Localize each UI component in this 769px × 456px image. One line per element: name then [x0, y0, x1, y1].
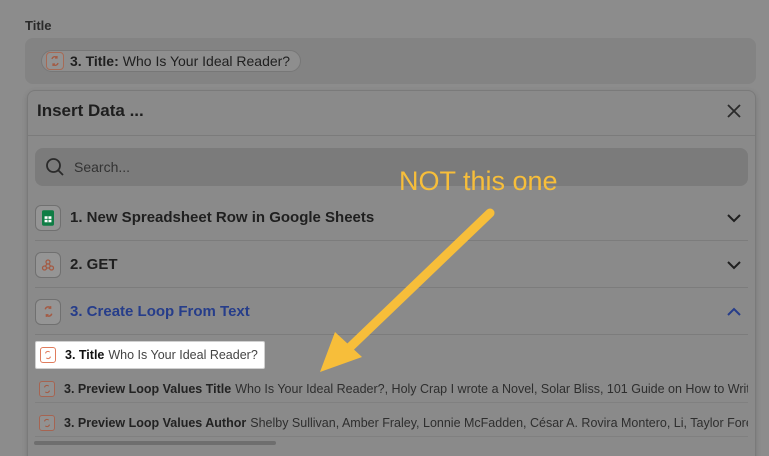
search-icon	[46, 158, 64, 176]
step-google-sheets[interactable]: 1. New Spreadsheet Row in Google Sheets	[35, 195, 748, 241]
item-value: Who Is Your Ideal Reader?	[108, 348, 258, 362]
pill-value: Who Is Your Ideal Reader?	[122, 53, 291, 69]
data-item-preview-author[interactable]: 3. Preview Loop Values Author Shelby Sul…	[35, 409, 748, 437]
step-create-loop[interactable]: 3. Create Loop From Text	[35, 289, 748, 335]
step-get[interactable]: 2. GET	[35, 242, 748, 288]
loop-icon	[35, 298, 61, 325]
close-icon	[727, 104, 741, 118]
item-value: Shelby Sullivan, Amber Fraley, Lonnie Mc…	[250, 415, 748, 430]
search-input[interactable]	[74, 159, 674, 175]
insert-data-panel: Insert Data ... 1. New Spreadsheet Row i…	[27, 90, 756, 456]
annotation-text: NOT this one	[399, 166, 558, 196]
search-box[interactable]	[35, 148, 748, 186]
item-value: Who Is Your Ideal Reader?, Holy Crap I w…	[235, 381, 748, 396]
webhook-icon	[35, 251, 61, 278]
data-item-preview-title[interactable]: 3. Preview Loop Values Title Who Is Your…	[35, 375, 748, 403]
chevron-up-icon[interactable]	[726, 304, 742, 320]
google-sheets-icon	[35, 204, 61, 231]
item-name: 3. Preview Loop Values Title	[64, 381, 232, 396]
field-label: Title	[25, 18, 52, 33]
title-pill[interactable]: 3. Title: Who Is Your Ideal Reader?	[41, 50, 302, 72]
title-field[interactable]: 3. Title: Who Is Your Ideal Reader?	[25, 38, 756, 84]
chevron-down-icon[interactable]	[726, 210, 742, 226]
step-label: 3. Create Loop From Text	[70, 303, 250, 320]
horizontal-scrollbar[interactable]	[34, 441, 276, 445]
loop-icon	[39, 380, 55, 397]
data-item-title[interactable]: 3. Title Who Is Your Ideal Reader?	[35, 341, 265, 369]
step-label: 2. GET	[70, 256, 118, 273]
loop-icon	[46, 52, 64, 70]
chevron-down-icon[interactable]	[726, 257, 742, 273]
panel-title: Insert Data ...	[37, 101, 144, 120]
step-label: 1. New Spreadsheet Row in Google Sheets	[70, 209, 375, 226]
item-name: 3. Preview Loop Values Author	[64, 415, 247, 430]
header-divider	[28, 135, 755, 136]
loop-icon	[40, 347, 56, 363]
pill-step-label: 3. Title:	[70, 53, 119, 69]
close-button[interactable]	[723, 100, 745, 122]
loop-icon	[39, 414, 55, 431]
item-name: 3. Title	[65, 348, 105, 362]
